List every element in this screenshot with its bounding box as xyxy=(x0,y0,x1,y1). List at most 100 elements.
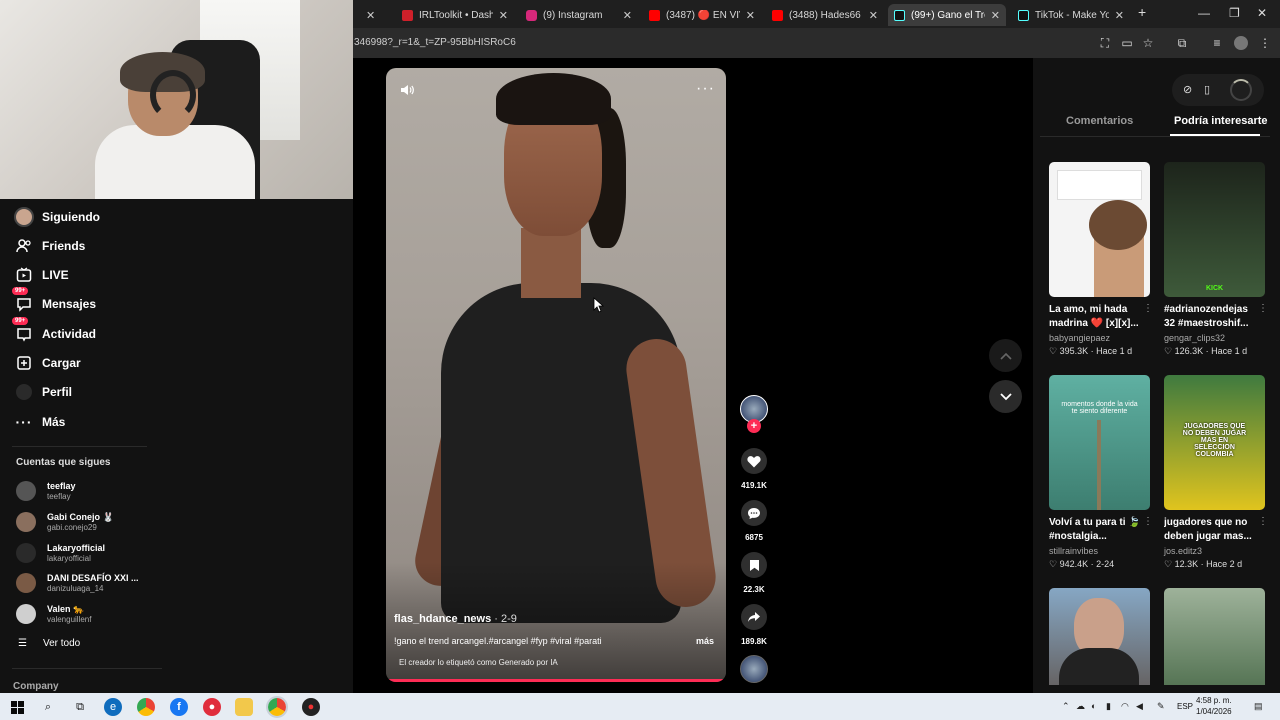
company-link[interactable]: Company xyxy=(13,681,59,692)
card-options-icon[interactable]: ⋮ xyxy=(1143,516,1153,527)
card-options-icon[interactable]: ⋮ xyxy=(1258,303,1268,314)
suggested-video-card[interactable]: La amo, mi hada madrina ❤️ [x][x]... bab… xyxy=(1049,162,1153,357)
shares-count: 189.8K xyxy=(741,637,767,646)
nav-item-siguiendo[interactable]: Siguiendo xyxy=(14,205,100,229)
card-user[interactable]: gengar_clips32 xyxy=(1164,333,1265,343)
close-tab-icon[interactable]: ✕ xyxy=(869,9,878,22)
tray-pen-icon[interactable]: ✎ xyxy=(1157,701,1165,712)
browser-tab[interactable]: TikTok - Make Your D ✕ xyxy=(1012,4,1130,26)
task-view-icon[interactable]: ⧉ xyxy=(71,698,89,716)
like-heart-icon[interactable] xyxy=(741,448,767,474)
following-account[interactable]: Lakaryofficial lakaryofficial xyxy=(16,540,105,566)
following-account[interactable]: teeflay teeflay xyxy=(16,478,76,504)
search-icon[interactable]: ⌕ xyxy=(39,698,57,716)
browser-tab-active[interactable]: (99+) Gano el Trend d ✕ xyxy=(888,4,1006,26)
obs-icon[interactable]: ● xyxy=(302,698,320,716)
suggested-video-card[interactable]: KICK #adrianozendejas 32 #maestroshif...… xyxy=(1164,162,1268,357)
cast-icon[interactable]: ▭ xyxy=(1120,36,1134,50)
chrome-icon[interactable] xyxy=(137,698,155,716)
language-indicator[interactable]: ESP xyxy=(1177,702,1193,711)
video-thumbnail[interactable]: KICK xyxy=(1164,162,1265,297)
video-thumbnail[interactable] xyxy=(1049,588,1150,685)
card-options-icon[interactable]: ⋮ xyxy=(1258,516,1268,527)
tray-app-icon[interactable]: ◐ xyxy=(1091,701,1096,711)
video-options-icon[interactable]: ··· xyxy=(696,80,715,98)
video-author[interactable]: flas_hdance_news · 2-9 xyxy=(394,613,517,625)
video-thumbnail[interactable] xyxy=(1049,162,1150,297)
see-all-link[interactable]: ☰ Ver todo xyxy=(18,638,80,649)
volume-icon[interactable] xyxy=(399,82,415,98)
translate-icon[interactable]: ⛶ xyxy=(1098,36,1112,50)
comment-icon[interactable] xyxy=(741,500,767,526)
url-field[interactable]: 346998?_r=1&_t=ZP-95BbHISRoC6 xyxy=(354,37,516,48)
browser-tab[interactable]: (3488) Hades66 - YO ✕ xyxy=(766,4,884,26)
bookmark-icon[interactable] xyxy=(741,552,767,578)
bookmark-star-icon[interactable]: ☆ xyxy=(1141,36,1155,50)
card-user[interactable]: jos.editz3 xyxy=(1164,546,1265,556)
close-tab-icon[interactable]: ✕ xyxy=(499,9,508,22)
nav-item-mensajes[interactable]: 99+ Mensajes xyxy=(12,287,96,316)
suggested-video-card[interactable]: momentos donde la vida te siento diferen… xyxy=(1049,375,1153,570)
following-account[interactable]: Valen 🐆 valenguillenf xyxy=(16,601,91,627)
facebook-icon[interactable]: f xyxy=(170,698,188,716)
edge-icon[interactable]: e xyxy=(104,698,122,716)
suggested-video-card[interactable]: JUGADORES QUE NO DEBEN JUGAR MAS EN SELE… xyxy=(1164,375,1268,570)
card-options-icon[interactable]: ⋮ xyxy=(1143,303,1153,314)
nav-item-cargar[interactable]: Cargar xyxy=(14,351,81,375)
nav-item-perfil[interactable]: Perfil xyxy=(14,380,72,404)
share-icon[interactable] xyxy=(741,604,767,630)
previous-video-button[interactable] xyxy=(989,339,1022,372)
video-progress-bar[interactable] xyxy=(386,679,726,682)
tab-comentarios[interactable]: Comentarios xyxy=(1066,115,1133,127)
nav-item-mas[interactable]: ··· Más xyxy=(14,410,66,434)
restore-icon[interactable]: ❐ xyxy=(1229,6,1240,20)
video-thumbnail[interactable]: JUGADORES QUE NO DEBEN JUGAR MAS EN SELE… xyxy=(1164,375,1265,510)
close-tab-icon[interactable]: ✕ xyxy=(746,9,755,22)
close-tab-icon[interactable]: ✕ xyxy=(991,9,1000,22)
browser-menu-icon[interactable]: ⋮ xyxy=(1258,36,1272,50)
description-more-button[interactable]: más xyxy=(696,636,714,646)
follow-plus-icon[interactable]: + xyxy=(747,419,761,433)
video-player[interactable]: ··· flas_hdance_news · 2-9 !gano el tren… xyxy=(386,68,726,682)
new-tab-button[interactable]: + xyxy=(1138,4,1146,20)
close-tab-icon[interactable]: ✕ xyxy=(623,9,632,22)
suggested-video-card[interactable] xyxy=(1049,588,1150,685)
tray-chevron-icon[interactable]: ⌃ xyxy=(1062,701,1070,712)
video-thumbnail[interactable] xyxy=(1164,588,1265,685)
browser-tab[interactable]: (9) Instagram ✕ xyxy=(520,4,638,26)
close-tab-icon[interactable]: ✕ xyxy=(366,9,375,22)
tray-volume-icon[interactable]: ◀ xyxy=(1136,701,1143,712)
close-window-icon[interactable]: ✕ xyxy=(1257,6,1267,20)
nav-item-live[interactable]: LIVE xyxy=(14,263,69,287)
following-account[interactable]: DANI DESAFÍO XXI ... danizuluaga_14 xyxy=(16,570,139,596)
following-account[interactable]: Gabi Conejo 🐰 gabi.conejo29 xyxy=(16,509,114,535)
browser-tab[interactable]: (3487) 🔴 EN VIVO: I ✕ xyxy=(643,4,761,26)
tab-podria-interesarte[interactable]: Podría interesarte xyxy=(1174,115,1268,127)
app-icon[interactable]: ● xyxy=(203,698,221,716)
close-tab-icon[interactable]: ✕ xyxy=(1115,9,1124,22)
tray-wifi-icon[interactable]: ◠ xyxy=(1121,701,1129,712)
card-user[interactable]: stillrainvibes xyxy=(1049,546,1150,556)
suggested-video-card[interactable] xyxy=(1164,588,1265,685)
media-icon[interactable]: ≡ xyxy=(1210,36,1224,50)
video-thumbnail[interactable]: momentos donde la vida te siento diferen… xyxy=(1049,375,1150,510)
device-icon[interactable]: ▯ xyxy=(1204,83,1210,96)
explore-icon[interactable]: ⊘ xyxy=(1183,83,1192,96)
browser-tab[interactable]: IRLToolkit • Dashboard ✕ xyxy=(396,4,514,26)
nav-item-actividad[interactable]: 99+ Actividad xyxy=(12,317,96,346)
sound-disc-icon[interactable] xyxy=(740,655,768,683)
card-user[interactable]: babyangiepaez xyxy=(1049,333,1150,343)
minimize-icon[interactable]: — xyxy=(1198,6,1210,20)
clock[interactable]: 4:58 p. m. 1/04/2026 xyxy=(1196,695,1232,717)
nav-item-friends[interactable]: Friends xyxy=(14,234,85,258)
file-explorer-icon[interactable] xyxy=(235,698,253,716)
tray-battery-icon[interactable]: ▮ xyxy=(1106,701,1111,712)
tray-network-icon[interactable]: ☁ xyxy=(1076,701,1085,712)
profile-avatar-icon[interactable] xyxy=(1234,36,1248,50)
notifications-icon[interactable]: ▤ xyxy=(1254,701,1263,712)
chrome-active-icon[interactable] xyxy=(266,696,288,718)
next-video-button[interactable] xyxy=(989,380,1022,413)
browser-tab[interactable]: ✕ xyxy=(354,4,390,26)
windows-start-icon[interactable] xyxy=(8,698,26,716)
extensions-icon[interactable]: ⧉ xyxy=(1175,36,1189,50)
